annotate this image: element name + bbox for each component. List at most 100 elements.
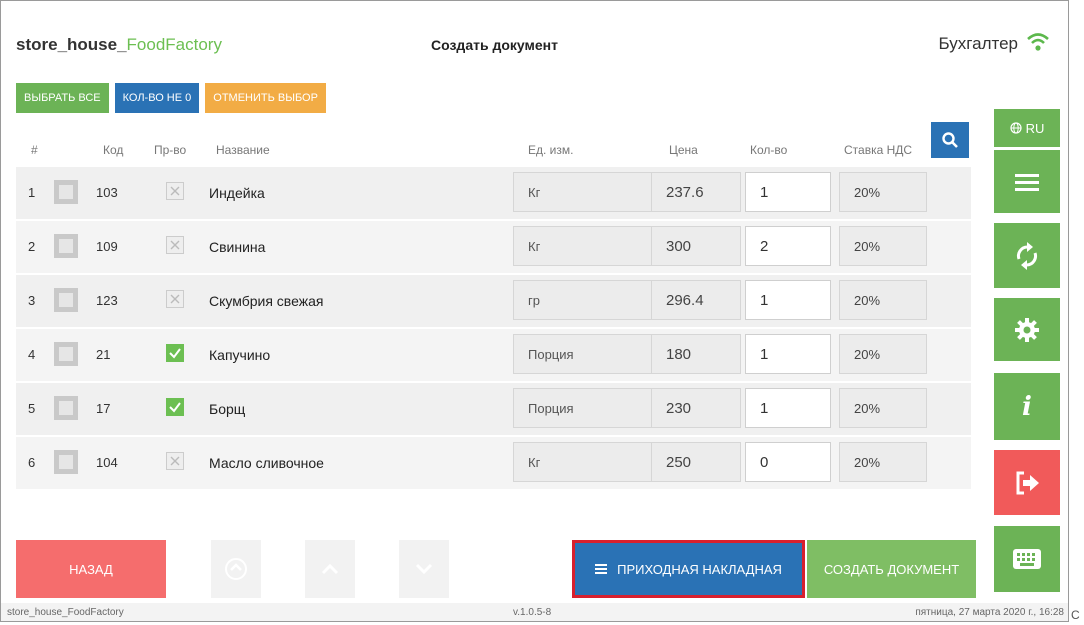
keyboard-icon bbox=[1013, 549, 1041, 569]
row-name: Борщ bbox=[209, 401, 246, 417]
row-select-checkbox[interactable] bbox=[54, 396, 78, 420]
back-button[interactable]: НАЗАД bbox=[16, 540, 166, 598]
outside-letter: С bbox=[1071, 608, 1080, 622]
production-check-icon bbox=[166, 344, 184, 362]
page-title: Создать документ bbox=[431, 37, 558, 53]
unit-field[interactable]: Кг bbox=[513, 226, 655, 266]
row-select-checkbox[interactable] bbox=[54, 342, 78, 366]
vat-field[interactable]: 20% bbox=[839, 172, 927, 212]
brand-prefix: store_house_ bbox=[16, 35, 127, 54]
unit-field[interactable]: Кг bbox=[513, 442, 655, 482]
list-icon bbox=[595, 564, 608, 574]
chevron-down-icon bbox=[415, 563, 433, 575]
row-name: Масло сливочное bbox=[209, 455, 324, 471]
scroll-down-button[interactable] bbox=[399, 540, 449, 598]
footer-version: v.1.0.5-8 bbox=[513, 607, 552, 618]
quantity-input[interactable]: 2 bbox=[745, 226, 831, 266]
header: store_house_FoodFactory Создать документ… bbox=[1, 1, 1068, 81]
unit-field[interactable]: Кг bbox=[513, 172, 655, 212]
row-number: 4 bbox=[28, 347, 36, 362]
row-select-checkbox[interactable] bbox=[54, 288, 78, 312]
logout-button[interactable] bbox=[994, 450, 1060, 515]
vat-field[interactable]: 20% bbox=[839, 334, 927, 374]
quantity-input[interactable]: 1 bbox=[745, 172, 831, 212]
row-name: Скумбрия свежая bbox=[209, 293, 324, 309]
col-production: Пр-во bbox=[154, 143, 187, 157]
price-field[interactable]: 300 bbox=[651, 226, 741, 266]
production-off-icon bbox=[166, 236, 184, 254]
quantity-input[interactable]: 1 bbox=[745, 334, 831, 374]
col-num: # bbox=[31, 143, 38, 157]
scroll-up-button[interactable] bbox=[305, 540, 355, 598]
search-button[interactable] bbox=[931, 122, 969, 158]
unit-field[interactable]: гр bbox=[513, 280, 655, 320]
language-label: RU bbox=[1025, 120, 1045, 136]
col-name: Название bbox=[216, 143, 270, 157]
row-select-checkbox[interactable] bbox=[54, 180, 78, 204]
globe-icon bbox=[1010, 122, 1022, 134]
quantity-input[interactable]: 0 bbox=[745, 442, 831, 482]
table-row[interactable]: 6 104 Масло сливочное Кг 250 0 20% bbox=[16, 437, 971, 491]
language-button[interactable]: RU bbox=[994, 109, 1060, 147]
brand-title: store_house_FoodFactory bbox=[16, 35, 222, 55]
row-code: 123 bbox=[96, 293, 118, 308]
info-button[interactable]: i bbox=[994, 373, 1060, 440]
brand-suffix: FoodFactory bbox=[126, 35, 222, 54]
row-name: Индейка bbox=[209, 185, 265, 201]
user-role: Бухгалтер bbox=[938, 34, 1019, 53]
settings-button[interactable] bbox=[994, 298, 1060, 361]
price-field[interactable]: 237.6 bbox=[651, 172, 741, 212]
quantity-input[interactable]: 1 bbox=[745, 280, 831, 320]
quantity-input[interactable]: 1 bbox=[745, 388, 831, 428]
sync-button[interactable] bbox=[994, 223, 1060, 288]
menu-icon bbox=[1015, 173, 1039, 191]
app-frame: store_house_FoodFactory Создать документ… bbox=[0, 0, 1069, 622]
create-document-button[interactable]: СОЗДАТЬ ДОКУМЕНТ bbox=[807, 540, 976, 598]
wifi-icon bbox=[1027, 33, 1049, 51]
chevron-up-icon bbox=[321, 563, 339, 575]
table-row[interactable]: 2 109 Свинина Кг 300 2 20% bbox=[16, 221, 971, 275]
table-row[interactable]: 3 123 Скумбрия свежая гр 296.4 1 20% bbox=[16, 275, 971, 329]
table-row[interactable]: 5 17 Борщ Порция 230 1 20% bbox=[16, 383, 971, 437]
vat-field[interactable]: 20% bbox=[839, 280, 927, 320]
price-field[interactable]: 250 bbox=[651, 442, 741, 482]
qty-not-zero-button[interactable]: КОЛ-ВО НЕ 0 bbox=[114, 83, 200, 113]
price-field[interactable]: 230 bbox=[651, 388, 741, 428]
production-off-icon bbox=[166, 452, 184, 470]
table-header: # Код Пр-во Название Ед. изм. Цена Кол-в… bbox=[1, 131, 976, 167]
status-bar: store_house_FoodFactory v.1.0.5-8 пятниц… bbox=[1, 603, 1068, 621]
row-select-checkbox[interactable] bbox=[54, 234, 78, 258]
col-price: Цена bbox=[669, 143, 698, 157]
scroll-top-button[interactable] bbox=[211, 540, 261, 598]
sync-icon bbox=[1017, 241, 1037, 270]
production-check-icon bbox=[166, 398, 184, 416]
cancel-selection-button[interactable]: ОТМЕНИТЬ ВЫБОР bbox=[205, 83, 326, 113]
arrow-up-circle-icon bbox=[225, 558, 247, 580]
col-vat: Ставка НДС bbox=[844, 143, 913, 157]
unit-field[interactable]: Порция bbox=[513, 388, 655, 428]
menu-button[interactable] bbox=[994, 150, 1060, 213]
keyboard-button[interactable] bbox=[994, 526, 1060, 592]
price-field[interactable]: 180 bbox=[651, 334, 741, 374]
table-row[interactable]: 4 21 Капучино Порция 180 1 20% bbox=[16, 329, 971, 383]
info-icon: i bbox=[1022, 391, 1032, 422]
unit-field[interactable]: Порция bbox=[513, 334, 655, 374]
vat-field[interactable]: 20% bbox=[839, 388, 927, 428]
row-code: 17 bbox=[96, 401, 111, 416]
footer-datetime: пятница, 27 марта 2020 г., 16:28 bbox=[915, 607, 1064, 618]
row-select-checkbox[interactable] bbox=[54, 450, 78, 474]
col-qty: Кол-во bbox=[750, 143, 788, 157]
table-row[interactable]: 1 103 Индейка Кг 237.6 1 20% bbox=[16, 167, 971, 221]
invoice-type-button[interactable]: ПРИХОДНАЯ НАКЛАДНАЯ bbox=[572, 540, 805, 598]
row-code: 104 bbox=[96, 455, 118, 470]
price-field[interactable]: 296.4 bbox=[651, 280, 741, 320]
row-name: Капучино bbox=[209, 347, 271, 363]
col-unit: Ед. изм. bbox=[528, 143, 574, 157]
vat-field[interactable]: 20% bbox=[839, 226, 927, 266]
row-name: Свинина bbox=[209, 239, 266, 255]
row-code: 109 bbox=[96, 239, 118, 254]
footer-app-name: store_house_FoodFactory bbox=[7, 607, 124, 618]
vat-field[interactable]: 20% bbox=[839, 442, 927, 482]
selection-toolbar: ВЫБРАТЬ ВСЕ КОЛ-ВО НЕ 0 ОТМЕНИТЬ ВЫБОР bbox=[16, 83, 326, 113]
select-all-button[interactable]: ВЫБРАТЬ ВСЕ bbox=[16, 83, 109, 113]
